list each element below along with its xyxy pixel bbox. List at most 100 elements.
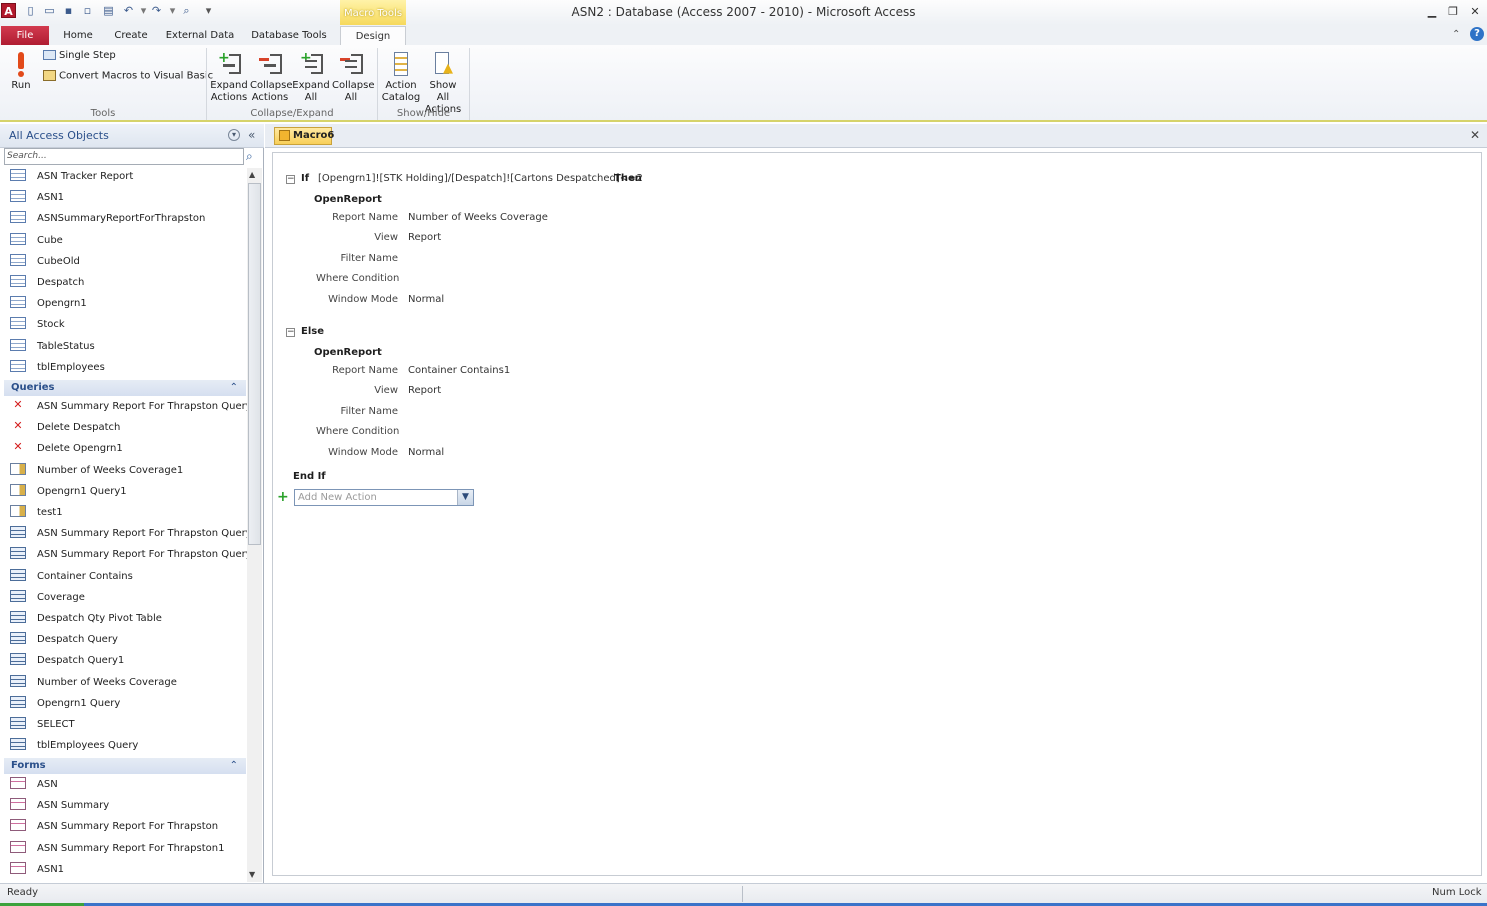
convert-macros-button[interactable]: Convert Macros to Visual Basic <box>43 70 213 82</box>
show-all-actions-button[interactable]: ▲ Show All Actions <box>422 50 464 116</box>
scroll-up-icon[interactable]: ▲ <box>249 170 255 179</box>
argument-value[interactable]: Report <box>408 232 441 243</box>
undo-dropdown-icon[interactable]: ▾ <box>137 4 150 17</box>
nav-search-input[interactable]: Search... <box>4 148 244 165</box>
close-window-icon[interactable]: ✕ <box>1466 4 1484 20</box>
nav-item-query[interactable]: ✕ ASN Summary Report For Thrapston Query1 <box>10 396 258 417</box>
nav-item-form[interactable]: ASN Summary Report For Thrapston <box>10 816 246 837</box>
nav-item-label: SELECT <box>37 719 75 730</box>
nav-item-query[interactable]: Despatch Qty Pivot Table <box>10 608 246 629</box>
select-query-icon <box>10 632 26 645</box>
nav-item-query[interactable]: Despatch Query <box>10 629 246 650</box>
save-as-icon[interactable]: ▫ <box>81 4 94 17</box>
nav-item-form[interactable]: ASN1 <box>10 859 246 880</box>
search-icon[interactable]: ⌕ <box>246 149 253 163</box>
form-icon <box>10 819 26 832</box>
argument-value[interactable]: Normal <box>408 447 444 458</box>
nav-item-query[interactable]: Opengrn1 Query1 <box>10 481 246 502</box>
nav-item-table[interactable]: Cube <box>10 230 246 251</box>
nav-item-label: Container Contains <box>37 570 133 582</box>
nav-item-table[interactable]: ASN Tracker Report <box>10 166 246 187</box>
chevron-up-icon[interactable]: ⌃ <box>230 758 238 774</box>
action-catalog-button[interactable]: Action Catalog <box>381 50 421 104</box>
tab-home[interactable]: Home <box>58 26 98 45</box>
scroll-thumb[interactable] <box>248 183 261 545</box>
open-folder-icon[interactable]: ▭ <box>43 4 56 17</box>
nav-item-query[interactable]: Opengrn1 Query <box>10 693 246 714</box>
tab-design[interactable]: Design <box>340 26 406 45</box>
redo-icon[interactable]: ↷ <box>150 4 163 17</box>
minimize-ribbon-icon[interactable]: ⌃ <box>1452 29 1460 40</box>
nav-item-label: ASN <box>37 779 58 790</box>
nav-item-table[interactable]: Stock <box>10 314 246 335</box>
nav-item-label: ASN Summary <box>37 800 110 812</box>
collapse-all-button[interactable]: Collapse All <box>332 50 375 104</box>
nav-item-query[interactable]: SELECT <box>10 714 246 735</box>
scroll-down-icon[interactable]: ▼ <box>249 870 255 879</box>
add-new-action-combobox[interactable]: Add New Action <box>294 489 474 506</box>
undo-icon[interactable]: ↶ <box>122 4 135 17</box>
tab-database-tools[interactable]: Database Tools <box>246 26 332 45</box>
if-condition[interactable]: [Opengrn1]![STK Holding]/[Despatch]![Car… <box>318 173 643 184</box>
nav-item-query[interactable]: Despatch Query1 <box>10 650 246 671</box>
expand-actions-button[interactable]: + Expand Actions <box>210 50 248 104</box>
tab-external-data[interactable]: External Data <box>163 26 237 45</box>
macro-designer[interactable] <box>272 152 1482 876</box>
argument-value[interactable]: Container Contains1 <box>408 365 510 376</box>
nav-group-queries[interactable]: Queries ⌃ <box>4 380 246 396</box>
save-icon[interactable]: ▪ <box>62 4 75 17</box>
shutter-bar-close-icon[interactable]: « <box>248 128 255 142</box>
chevron-up-icon[interactable]: ⌃ <box>230 380 238 396</box>
nav-item-query[interactable]: ASN Summary Report For Thrapston Query <box>10 523 252 544</box>
nav-item-table[interactable]: Opengrn1 <box>10 293 246 314</box>
chevron-down-icon[interactable]: ▼ <box>457 490 473 505</box>
navigation-pane-title[interactable]: All Access Objects <box>9 129 109 142</box>
collapse-else-icon[interactable]: − <box>286 328 295 337</box>
print-icon[interactable]: ▤ <box>102 4 115 17</box>
collapse-actions-button[interactable]: Collapse Actions <box>250 50 293 104</box>
nav-item-table[interactable]: ASNSummaryReportForThrapston <box>10 208 246 229</box>
collapse-actions-icon <box>256 50 284 80</box>
expand-all-button[interactable]: + Expand All <box>292 50 330 104</box>
collapse-if-icon[interactable]: − <box>286 175 295 184</box>
nav-item-table[interactable]: tblEmployees <box>10 357 246 378</box>
action-openreport[interactable]: OpenReport <box>314 347 382 358</box>
nav-item-query[interactable]: Coverage <box>10 587 246 608</box>
tab-create[interactable]: Create <box>108 26 154 45</box>
nav-item-table[interactable]: CubeOld <box>10 251 246 272</box>
nav-item-form[interactable]: ASN <box>10 774 246 795</box>
nav-menu-dropdown-icon[interactable]: ▾ <box>228 129 240 141</box>
customize-qat-icon[interactable]: ▾ <box>202 4 215 17</box>
help-icon[interactable]: ? <box>1470 27 1484 41</box>
nav-item-query[interactable]: tblEmployees Query <box>10 735 246 756</box>
restore-icon[interactable]: ❐ <box>1444 4 1462 20</box>
nav-item-table[interactable]: TableStatus <box>10 336 246 357</box>
nav-item-query[interactable]: ASN Summary Report For Thrapston Query3 <box>10 544 258 565</box>
nav-item-form[interactable]: ASN Summary <box>10 795 246 816</box>
argument-value[interactable]: Normal <box>408 294 444 305</box>
if-keyword: If <box>301 173 310 184</box>
print-preview-icon[interactable]: ⌕ <box>180 4 193 17</box>
nav-item-query[interactable]: ✕ Delete Opengrn1 <box>10 438 246 459</box>
nav-item-query[interactable]: test1 <box>10 502 246 523</box>
argument-value[interactable]: Number of Weeks Coverage <box>408 212 548 223</box>
single-step-button[interactable]: Single Step <box>43 50 116 61</box>
argument-value[interactable]: Report <box>408 385 441 396</box>
access-app-icon[interactable]: A <box>1 3 16 18</box>
action-openreport[interactable]: OpenReport <box>314 194 382 205</box>
nav-item-query[interactable]: Number of Weeks Coverage1 <box>10 460 246 481</box>
run-button[interactable]: Run <box>6 50 36 92</box>
nav-group-forms[interactable]: Forms ⌃ <box>4 758 246 774</box>
nav-item-query[interactable]: Container Contains <box>10 566 246 587</box>
nav-item-query[interactable]: Number of Weeks Coverage <box>10 672 246 693</box>
nav-item-form[interactable]: ASN Summary Report For Thrapston1 <box>10 838 246 859</box>
minimize-icon[interactable]: ▁ <box>1423 4 1441 20</box>
nav-item-table[interactable]: Despatch <box>10 272 246 293</box>
nav-item-query[interactable]: ✕ Delete Despatch <box>10 417 246 438</box>
close-document-icon[interactable]: ✕ <box>1470 128 1480 142</box>
tab-file[interactable]: File <box>1 26 49 45</box>
make-table-query-icon <box>10 462 26 475</box>
nav-item-table[interactable]: ASN1 <box>10 187 246 208</box>
redo-dropdown-icon[interactable]: ▾ <box>166 4 179 17</box>
new-file-icon[interactable]: ▯ <box>24 4 37 17</box>
